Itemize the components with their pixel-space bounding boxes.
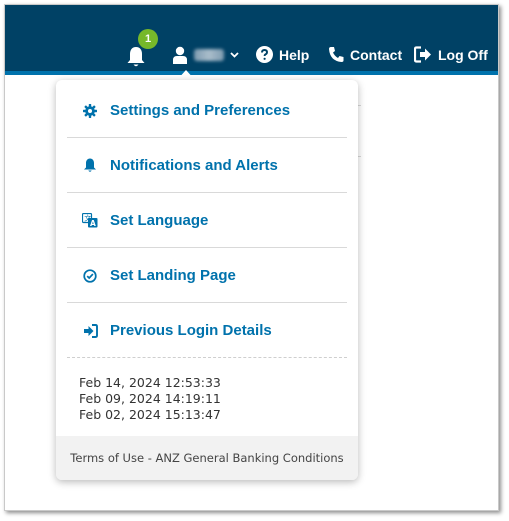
menu-item-label: Set Landing Page [110, 267, 236, 284]
bell-icon [80, 156, 100, 176]
background-divider [358, 156, 361, 157]
user-dropdown-menu: Settings and Preferences Notifications a… [56, 80, 358, 480]
menu-item-label: Settings and Preferences [110, 102, 291, 119]
menu-item-previous-login[interactable]: Previous Login Details [67, 304, 347, 358]
menu-item-label: Previous Login Details [110, 322, 272, 339]
contact-label: Contact [350, 46, 403, 63]
svg-text:A: A [90, 219, 96, 228]
terms-link[interactable]: Terms of Use - ANZ General Banking Condi… [70, 451, 343, 465]
dropdown-pointer [177, 70, 195, 80]
contact-link[interactable]: Contact [328, 46, 402, 63]
menu-item-label: Set Language [110, 212, 209, 229]
notifications-button[interactable] [125, 45, 147, 69]
phone-icon [329, 47, 344, 62]
gear-icon [80, 101, 100, 121]
menu-item-label: Notifications and Alerts [110, 157, 278, 174]
help-link[interactable]: Help [256, 46, 309, 63]
background-divider [358, 105, 361, 106]
user-menu-button[interactable] [172, 46, 239, 64]
sign-in-icon [80, 321, 100, 341]
login-timestamp: Feb 09, 2024 14:19:11 [79, 391, 221, 406]
bell-icon [127, 47, 145, 67]
login-timestamp: Feb 14, 2024 12:53:33 [79, 375, 221, 390]
log-off-label: Log Off [438, 46, 488, 63]
top-navigation-bar [5, 5, 498, 75]
menu-item-language[interactable]: 文 A Set Language [67, 194, 347, 248]
terms-footer: Terms of Use - ANZ General Banking Condi… [56, 436, 358, 480]
menu-item-notifications[interactable]: Notifications and Alerts [67, 139, 347, 193]
menu-item-landing-page[interactable]: Set Landing Page [67, 249, 347, 303]
login-timestamp: Feb 02, 2024 15:13:47 [79, 407, 221, 422]
help-label: Help [279, 46, 310, 63]
log-off-link[interactable]: Log Off [414, 46, 488, 63]
menu-item-settings[interactable]: Settings and Preferences [67, 84, 347, 138]
sign-out-icon [414, 46, 431, 63]
previous-login-list: Feb 14, 2024 12:53:33 Feb 09, 2024 14:19… [79, 375, 221, 423]
user-icon [173, 46, 187, 64]
app-window: 1 Help Contact Log Off Settings and Pref… [4, 4, 499, 511]
chevron-down-icon [230, 52, 239, 58]
check-circle-icon [80, 266, 100, 286]
translate-icon: 文 A [80, 211, 100, 231]
notification-count-badge: 1 [138, 29, 158, 49]
question-circle-icon [256, 46, 273, 63]
user-name-redacted [194, 49, 224, 61]
